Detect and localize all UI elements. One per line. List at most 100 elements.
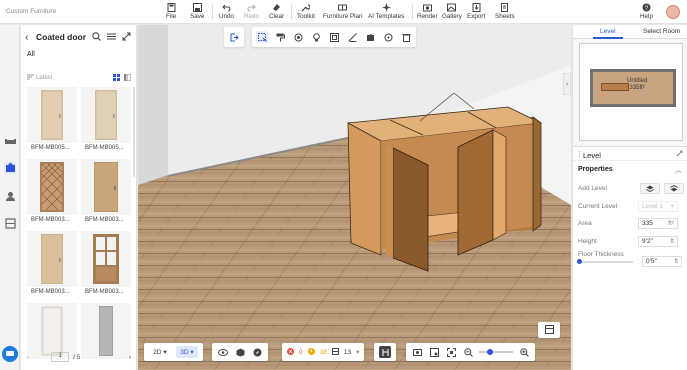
catalog-panel: ‹ Coated door All Latest BFM-MB005... BF… [21,25,137,370]
zoom-in-icon[interactable] [518,346,530,358]
list-view-icon[interactable] [124,73,132,83]
cabinet-tool-button[interactable] [538,322,560,338]
height-field[interactable]: 9'2" ft [638,235,678,247]
exit-icon[interactable] [228,31,240,43]
issue-counter[interactable]: 0 38 13 ▾ [282,343,365,361]
component-icon[interactable] [382,31,394,43]
mode-3d-button[interactable]: 3D ▾ [176,346,198,358]
filter-all[interactable]: All [27,51,35,58]
minimap[interactable]: Untitled 335ft² [579,43,683,141]
help-icon: ? [641,2,651,12]
delete-icon[interactable] [400,31,412,43]
toolkit-button[interactable]: Toolkit [297,2,315,20]
frame-icon[interactable] [328,31,340,43]
catalog-item[interactable]: BFM-MB005... [27,87,77,155]
sheets-button[interactable]: Sheets [495,2,515,20]
add-level-above-button[interactable] [640,182,660,194]
clear-button[interactable]: Clear [269,2,284,20]
sort-icon[interactable] [27,74,34,82]
zoom-slider[interactable] [479,349,513,355]
chevron-down-icon: ▾ [356,349,360,356]
undo-button[interactable]: Undo [219,2,234,20]
rail-item-user[interactable] [4,191,16,203]
mode-2d-button[interactable]: 2D ▾ [149,346,171,358]
rail-item-catalog[interactable] [4,136,16,148]
grid-view-icon[interactable] [113,73,120,83]
tab-select-room[interactable]: Select Room [643,28,680,35]
camera-view-icon[interactable] [411,346,423,358]
back-chevron-icon[interactable]: ‹ [25,32,28,43]
save-icon [192,2,202,12]
screenshot-icon[interactable] [428,346,440,358]
furniture-plan-button[interactable]: Furniture Plan [323,2,363,20]
floor-thickness-slider[interactable] [577,259,633,264]
cube-icon[interactable] [234,346,246,358]
catalog-item[interactable]: BFM-MB003... [81,231,131,299]
select-icon[interactable] [256,31,268,43]
search-icon[interactable] [92,32,101,43]
add-level-below-button[interactable] [664,182,684,194]
zoom-slider-handle[interactable] [487,349,493,355]
catalog-item[interactable]: BFM-MB003... [81,159,131,227]
chat-icon [2,346,18,364]
help-button[interactable]: ? Help [640,2,653,20]
map-furniture[interactable] [601,83,629,91]
tab-level[interactable]: Level [600,28,616,35]
prev-page-icon[interactable]: ‹ [27,354,29,361]
drag-handle-icon[interactable]: ⋮ [576,150,583,158]
export-button[interactable]: Export [467,2,485,20]
current-level-select[interactable]: Level 1 ▾ [638,200,678,212]
expand-icon[interactable] [676,150,683,159]
catalog-item[interactable]: BFM-MB003... [27,231,77,299]
export-icon [471,2,481,12]
glass-door-thumbnail [81,231,131,287]
eye-icon[interactable] [217,346,229,358]
properties-heading: Properties [578,166,613,173]
area-field[interactable]: 335 ft² [638,217,678,229]
level-panel: ⋮ Level Properties ︿ Add Level Current L… [573,146,687,370]
3d-viewport[interactable]: 2D ▾ 3D ▾ 0 38 13 ▾ › [138,25,571,370]
level-panel-title: Level [583,151,601,160]
catalog-scrollbar[interactable] [133,87,135,177]
floor-thickness-slider-handle[interactable] [577,259,582,264]
gallery-button[interactable]: Gallery [442,2,462,20]
file-button[interactable]: File [166,2,176,20]
level-panel-header: ⋮ Level [573,147,687,161]
light-icon[interactable] [310,31,322,43]
fit-view-icon[interactable] [445,346,457,358]
floor-thickness-field[interactable]: 0'5" ft [642,256,682,267]
ai-templates-button[interactable]: AI Templates [368,2,404,20]
map-room-label: Untitled 335ft² [627,78,648,91]
paint-roller-icon[interactable] [274,31,286,43]
sort-label[interactable]: Latest [36,75,52,81]
expand-icon[interactable] [122,32,131,43]
top-toolbar: Custom Furniture File Save Undo Redo Cle… [0,0,687,24]
avatar[interactable] [666,5,680,19]
zoom-out-icon[interactable] [462,346,474,358]
list-settings-icon[interactable] [107,32,116,43]
catalog-item[interactable]: BFM-MB005... [81,87,131,155]
catalog-item[interactable]: BFM-MB003... [27,159,77,227]
rail-item-storage[interactable] [4,217,16,230]
right-panel: Level Select Room Untitled 335ft² ⋮ Leve… [572,25,687,370]
page-input[interactable]: 1 [51,352,70,362]
view-toolbar-left [224,27,244,47]
measure-icon[interactable] [346,31,358,43]
save-button[interactable]: Save [190,2,204,20]
collapse-right-panel-button[interactable]: › [563,73,571,95]
redo-button[interactable]: Redo [244,2,259,20]
snap-icon[interactable] [379,346,391,358]
material-icon[interactable] [292,31,304,43]
puzzle-icon[interactable] [364,31,376,43]
rail-item-custom[interactable] [4,162,16,174]
collapse-chevron-icon[interactable]: ︿ [675,165,682,175]
sheets-icon [500,2,510,12]
compass-icon[interactable] [251,346,263,358]
chat-button[interactable] [2,346,18,364]
gallery-icon [447,2,457,12]
minimap-tabs: Level Select Room [573,25,687,39]
scene-render [138,25,571,370]
next-page-icon[interactable]: › [129,354,131,361]
map-room[interactable]: Untitled 335ft² [590,69,676,107]
render-button[interactable]: Render [417,2,438,20]
